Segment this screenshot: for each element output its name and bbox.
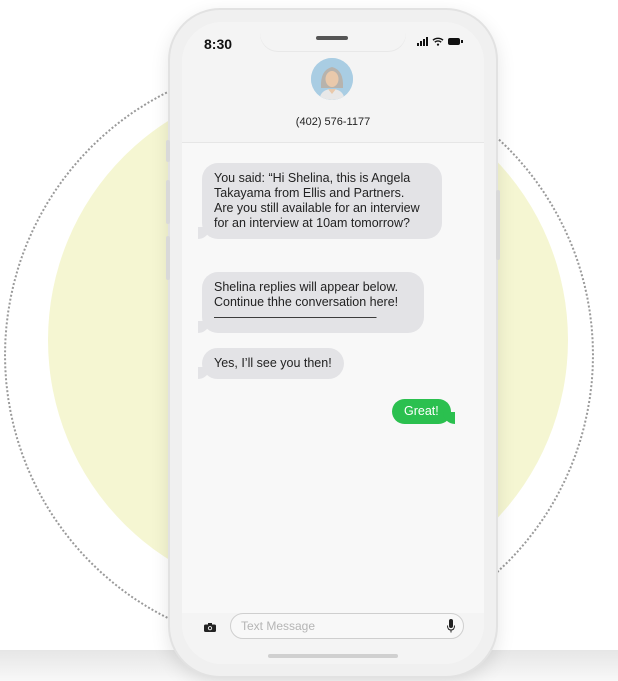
message-bubble-incoming[interactable]: Shelina replies will appear below. Conti… — [198, 272, 424, 333]
message-bubble-outgoing[interactable]: Great! — [392, 399, 455, 424]
message-bubble-incoming[interactable]: You said: “Hi Shelina, this is Angela Ta… — [198, 163, 442, 239]
side-button — [166, 180, 170, 224]
phone-screen: 8:30 (402) 576-1177 You said: “Hi Shelin… — [182, 22, 484, 664]
side-button — [166, 236, 170, 280]
battery-icon — [448, 38, 463, 45]
contact-avatar[interactable] — [311, 58, 353, 100]
wifi-icon — [432, 37, 444, 46]
side-button — [166, 140, 170, 162]
signal-icon — [417, 37, 428, 46]
side-button — [496, 190, 500, 260]
home-indicator[interactable] — [268, 654, 398, 658]
camera-icon[interactable] — [204, 623, 216, 632]
microphone-icon[interactable] — [446, 619, 456, 633]
stage: 8:30 (402) 576-1177 You said: “Hi Shelin… — [0, 0, 618, 681]
speaker-grille — [316, 36, 348, 40]
contact-phone-number[interactable]: (402) 576-1177 — [182, 116, 484, 128]
conversation-header: 8:30 (402) 576-1177 — [182, 22, 484, 143]
phone-frame: 8:30 (402) 576-1177 You said: “Hi Shelin… — [166, 10, 500, 676]
message-bubble-incoming[interactable]: Yes, I’ll see you then! — [198, 348, 344, 379]
status-time: 8:30 — [204, 36, 233, 52]
avatar-portrait — [311, 58, 353, 100]
message-input[interactable] — [230, 613, 464, 639]
status-icons — [417, 37, 463, 46]
message-thread[interactable]: You said: “Hi Shelina, this is Angela Ta… — [182, 143, 484, 613]
